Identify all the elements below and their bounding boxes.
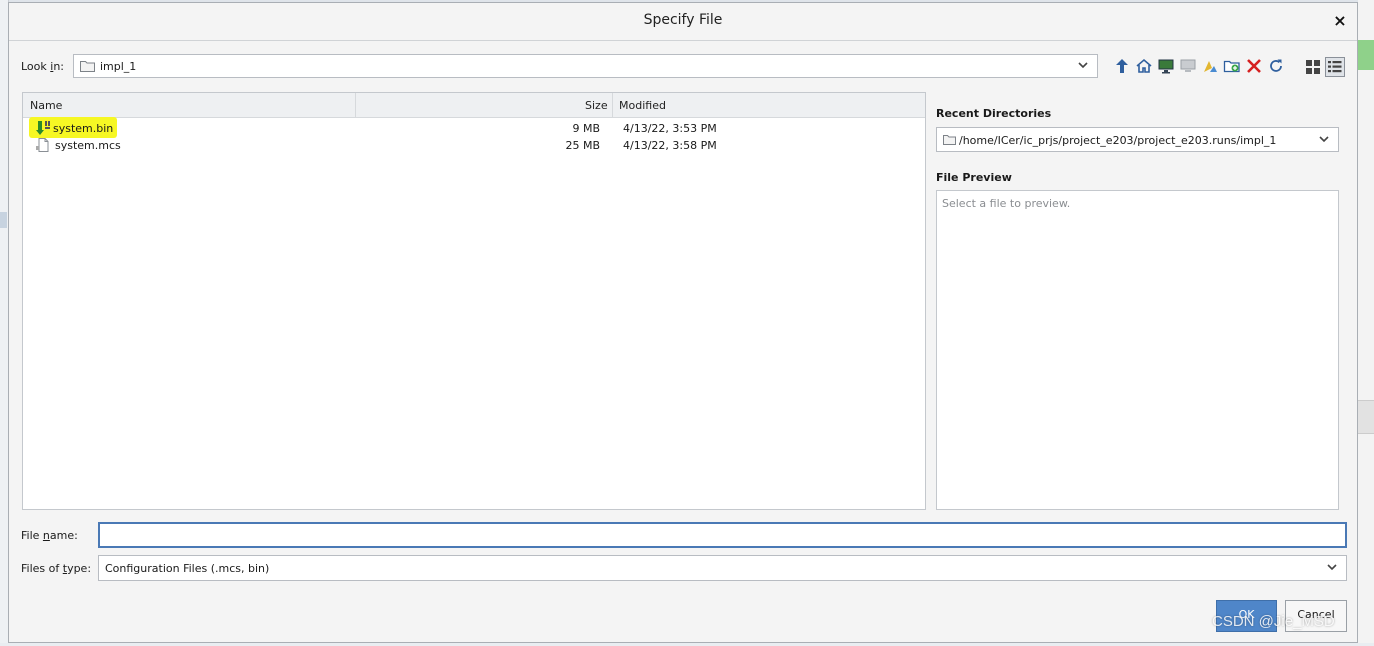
refresh-icon[interactable] [1267,57,1285,75]
details-view-icon[interactable] [1325,57,1345,77]
close-button[interactable]: × [1331,12,1349,30]
look-in-combobox[interactable]: impl_1 [73,54,1098,78]
dialog-title: Specify File [643,12,723,28]
file-row-system-bin[interactable]: system.bin 9 MB 4/13/22, 3:53 PM [23,117,925,138]
new-folder-icon[interactable] [1223,57,1241,75]
file-size: 9 MB [572,122,600,135]
look-in-label: Look in: [21,60,65,73]
desktop-icon[interactable] [1157,57,1175,75]
background-app-right-panel [1358,0,1374,643]
chevron-down-icon[interactable] [1326,561,1338,576]
file-name-input[interactable] [98,522,1347,548]
column-header-modified[interactable]: Modified [619,93,666,117]
new-item-icon[interactable] [1201,57,1219,75]
recent-directories-combobox[interactable]: /home/ICer/ic_prjs/project_e203/project_… [936,127,1339,152]
look-in-value: impl_1 [100,60,137,73]
file-modified: 4/13/22, 3:53 PM [623,122,717,135]
column-header-name[interactable]: Name [30,93,62,117]
specify-file-dialog: Specify File × Look in: impl_1 Name Size… [8,2,1358,643]
computer-icon[interactable] [1179,57,1197,75]
file-list[interactable]: Name Size Modified system.bin 9 MB 4/13/… [22,92,926,510]
column-header-size[interactable]: Size [585,93,608,117]
recent-directory-value: /home/ICer/ic_prjs/project_e203/project_… [959,134,1277,147]
delete-icon[interactable] [1245,57,1263,75]
recent-directories-label: Recent Directories [936,107,1052,120]
file-preview-label: File Preview [936,171,1012,184]
list-view-icon[interactable] [1303,57,1323,77]
files-of-type-value: Configuration Files (.mcs, bin) [105,562,270,575]
column-divider[interactable] [612,93,613,117]
file-name-label: File name: [21,529,78,542]
dialog-titlebar: Specify File × [9,3,1357,41]
file-modified: 4/13/22, 3:58 PM [623,139,717,152]
file-size: 25 MB [565,139,600,152]
file-preview-placeholder: Select a file to preview. [942,197,1071,210]
chevron-down-icon[interactable] [1318,133,1330,148]
file-list-header: Name Size Modified [23,93,925,118]
file-name: system.bin [53,122,114,135]
watermark: CSDN @Jie_MSD [1212,613,1335,630]
home-icon[interactable] [1135,57,1153,75]
chevron-down-icon[interactable] [1077,59,1089,74]
background-app-selection [0,212,7,228]
folder-icon [943,134,956,148]
folder-icon [80,60,95,75]
file-row-system-mcs[interactable]: system.mcs 25 MB 4/13/22, 3:58 PM [23,137,925,154]
file-preview-panel: Select a file to preview. [936,190,1339,510]
up-folder-icon[interactable] [1113,57,1131,75]
background-app-divider [1358,400,1374,434]
file-icon [35,137,51,156]
background-app-status-indicator [1358,40,1374,70]
files-of-type-label: Files of type: [21,562,92,575]
file-name: system.mcs [55,139,121,152]
files-of-type-combobox[interactable]: Configuration Files (.mcs, bin) [98,555,1347,581]
column-divider[interactable] [355,93,356,117]
